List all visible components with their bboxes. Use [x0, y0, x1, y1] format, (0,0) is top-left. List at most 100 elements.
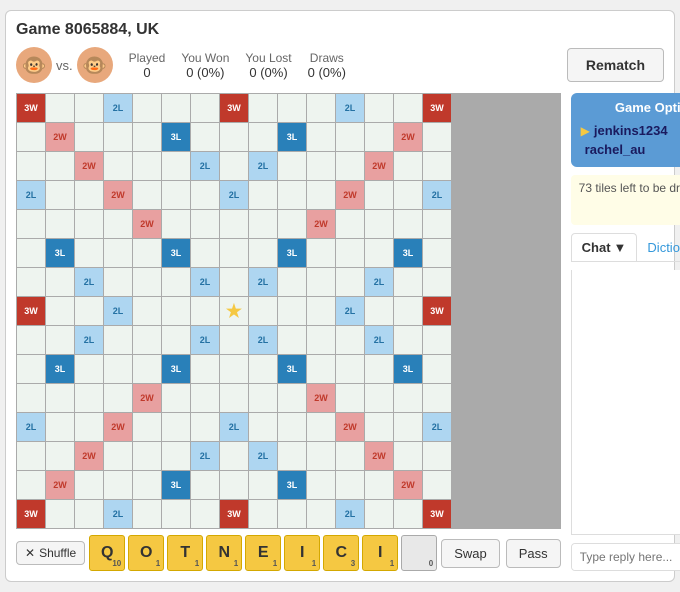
- rack-tile[interactable]: C3: [323, 535, 359, 571]
- board-cell[interactable]: [104, 384, 132, 412]
- board-cell[interactable]: [307, 94, 335, 122]
- board-cell[interactable]: [133, 326, 161, 354]
- board-cell[interactable]: [278, 326, 306, 354]
- board-cell[interactable]: 2W: [133, 384, 161, 412]
- board-cell[interactable]: [46, 413, 74, 441]
- board-cell[interactable]: [307, 326, 335, 354]
- board-cell[interactable]: [307, 355, 335, 383]
- board-cell[interactable]: 2L: [17, 181, 45, 209]
- board-cell[interactable]: 2L: [365, 268, 393, 296]
- board-cell[interactable]: 2L: [249, 268, 277, 296]
- board-cell[interactable]: [75, 355, 103, 383]
- board-cell[interactable]: 2W: [104, 181, 132, 209]
- board-cell[interactable]: [133, 413, 161, 441]
- board-cell[interactable]: [394, 94, 422, 122]
- board-cell[interactable]: [307, 239, 335, 267]
- board-cell[interactable]: [17, 442, 45, 470]
- board-cell[interactable]: [133, 297, 161, 325]
- board-cell[interactable]: [75, 500, 103, 528]
- board-cell[interactable]: [423, 152, 451, 180]
- board-cell[interactable]: 3L: [46, 355, 74, 383]
- board-cell[interactable]: 3W: [423, 500, 451, 528]
- shuffle-button[interactable]: ✕ Shuffle: [16, 541, 85, 565]
- board-cell[interactable]: [278, 297, 306, 325]
- board-cell[interactable]: [336, 442, 364, 470]
- board-cell[interactable]: [365, 123, 393, 151]
- board-cell[interactable]: [133, 181, 161, 209]
- board-cell[interactable]: [423, 355, 451, 383]
- swap-button[interactable]: Swap: [441, 539, 500, 568]
- board-cell[interactable]: [220, 442, 248, 470]
- board-cell[interactable]: [336, 152, 364, 180]
- board-cell[interactable]: [394, 384, 422, 412]
- board-cell[interactable]: [104, 268, 132, 296]
- board-cell[interactable]: [365, 471, 393, 499]
- board-cell[interactable]: 3L: [394, 355, 422, 383]
- board-cell[interactable]: 2W: [75, 152, 103, 180]
- board-cell[interactable]: 2L: [191, 152, 219, 180]
- board-cell[interactable]: 2W: [365, 152, 393, 180]
- board-cell[interactable]: [394, 268, 422, 296]
- board-cell[interactable]: [307, 297, 335, 325]
- board-cell[interactable]: [365, 413, 393, 441]
- rack-tile[interactable]: E1: [245, 535, 281, 571]
- board-cell[interactable]: [191, 384, 219, 412]
- board-cell[interactable]: 2L: [17, 413, 45, 441]
- board-cell[interactable]: [191, 413, 219, 441]
- board-cell[interactable]: [220, 268, 248, 296]
- board-cell[interactable]: [162, 94, 190, 122]
- board-cell[interactable]: [162, 268, 190, 296]
- pass-button[interactable]: Pass: [506, 539, 561, 568]
- board-cell[interactable]: 2W: [336, 413, 364, 441]
- board-cell[interactable]: [423, 442, 451, 470]
- rack-tile[interactable]: I1: [362, 535, 398, 571]
- board-cell[interactable]: 2L: [249, 326, 277, 354]
- board-cell[interactable]: 3W: [423, 297, 451, 325]
- board-cell[interactable]: 2W: [394, 471, 422, 499]
- board-cell[interactable]: 2W: [336, 181, 364, 209]
- board-cell[interactable]: [46, 442, 74, 470]
- board-cell[interactable]: [104, 355, 132, 383]
- board-cell[interactable]: [133, 152, 161, 180]
- scrabble-board[interactable]: 3W2L3W2L3W2W3L3L2W2W2L2L2W2L2W2L2W2L2W2W…: [16, 93, 561, 529]
- board-cell[interactable]: 3W: [220, 500, 248, 528]
- board-cell[interactable]: [394, 500, 422, 528]
- board-cell[interactable]: [394, 297, 422, 325]
- board-cell[interactable]: [191, 210, 219, 238]
- board-cell[interactable]: [365, 297, 393, 325]
- board-cell[interactable]: [278, 442, 306, 470]
- board-cell[interactable]: 3L: [162, 471, 190, 499]
- board-cell[interactable]: [249, 210, 277, 238]
- board-cell[interactable]: [307, 123, 335, 151]
- board-cell[interactable]: [307, 181, 335, 209]
- board-cell[interactable]: [365, 239, 393, 267]
- board-cell[interactable]: [307, 152, 335, 180]
- board-cell[interactable]: [162, 326, 190, 354]
- board-cell[interactable]: [336, 384, 364, 412]
- board-cell[interactable]: [191, 239, 219, 267]
- board-cell[interactable]: [278, 210, 306, 238]
- board-cell[interactable]: 2L: [365, 326, 393, 354]
- board-cell[interactable]: [220, 471, 248, 499]
- board-cell[interactable]: [423, 471, 451, 499]
- board-cell[interactable]: [162, 152, 190, 180]
- board-cell[interactable]: [191, 181, 219, 209]
- board-cell[interactable]: [365, 181, 393, 209]
- board-cell[interactable]: 3L: [394, 239, 422, 267]
- board-cell[interactable]: [220, 152, 248, 180]
- board-cell[interactable]: [162, 413, 190, 441]
- board-cell[interactable]: [191, 297, 219, 325]
- board-cell[interactable]: [17, 210, 45, 238]
- board-cell[interactable]: 3L: [162, 123, 190, 151]
- board-cell[interactable]: [365, 500, 393, 528]
- board-cell[interactable]: [104, 442, 132, 470]
- board-cell[interactable]: [423, 326, 451, 354]
- board-cell[interactable]: [249, 297, 277, 325]
- board-cell[interactable]: 3L: [278, 123, 306, 151]
- board-cell[interactable]: [46, 326, 74, 354]
- board-cell[interactable]: [75, 239, 103, 267]
- board-cell[interactable]: [278, 94, 306, 122]
- board-cell[interactable]: [75, 413, 103, 441]
- board-cell[interactable]: 2W: [133, 210, 161, 238]
- board-cell[interactable]: 2W: [75, 442, 103, 470]
